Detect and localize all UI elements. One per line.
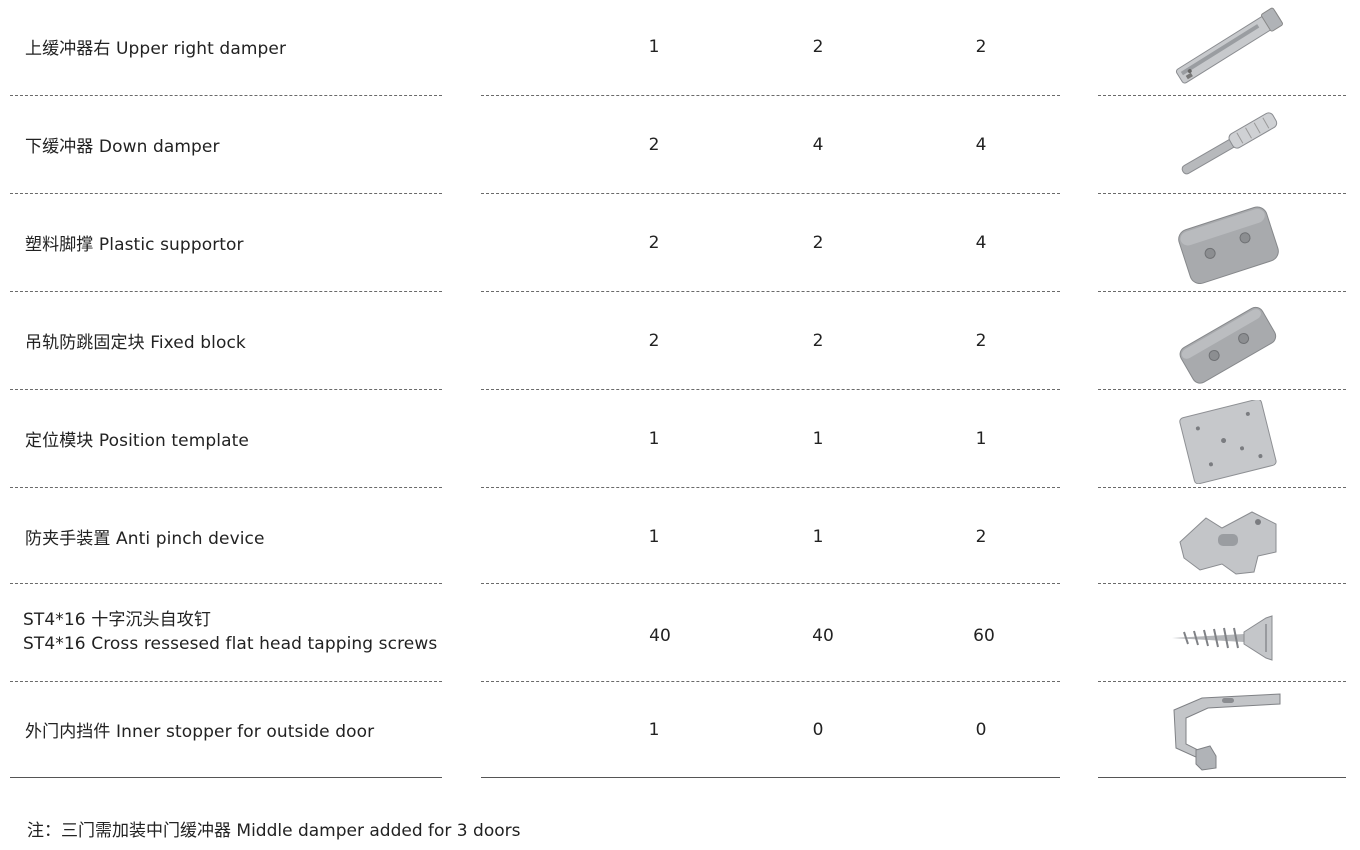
table-row: 塑料脚撑 Plastic supportor 2 2 4 [0,196,1360,294]
row-divider [481,193,1060,194]
qty-col-1: 1 [648,37,660,57]
qty-col-3: 60 [973,626,995,646]
part-name-line1: ST4*16 十字沉头自攻钉 [23,610,211,630]
row-divider [1098,681,1346,682]
table-row: 定位模块 Position template 1 1 1 [0,392,1360,490]
row-divider [10,681,442,682]
row-divider [1098,389,1346,390]
table-bottom-border [1098,777,1346,778]
row-divider [1098,95,1346,96]
table-bottom-border [481,777,1060,778]
row-divider [1098,193,1346,194]
part-name: ST4*16 十字沉头自攻钉 ST4*16 Cross ressesed fla… [23,608,437,656]
inner-stopper-icon [1173,693,1281,771]
part-name: 外门内挡件 Inner stopper for outside door [25,722,375,742]
row-divider [481,583,1060,584]
table-row: 下缓冲器 Down damper 2 4 4 [0,98,1360,196]
qty-col-1: 2 [648,331,660,351]
row-divider [10,487,442,488]
qty-col-3: 0 [975,720,987,740]
footnote: 注：三门需加装中门缓冲器 Middle damper added for 3 d… [27,821,521,841]
row-divider [1098,291,1346,292]
qty-col-3: 1 [975,429,987,449]
table-row: ST4*16 十字沉头自攻钉 ST4*16 Cross ressesed fla… [0,586,1360,684]
anti-pinch-icon [1179,511,1277,575]
table-row: 外门内挡件 Inner stopper for outside door 1 0… [0,684,1360,782]
row-divider [481,95,1060,96]
qty-col-1: 1 [648,429,660,449]
table-bottom-border [10,777,442,778]
row-divider [1098,583,1346,584]
qty-col-1: 1 [648,720,660,740]
qty-col-3: 2 [975,331,987,351]
plastic-support-icon [1178,206,1279,284]
row-divider [481,487,1060,488]
qty-col-2: 2 [812,331,824,351]
qty-col-2: 4 [812,135,824,155]
row-divider [481,681,1060,682]
row-divider [10,291,442,292]
qty-col-1: 1 [648,527,660,547]
qty-col-1: 40 [649,626,671,646]
down-damper-icon [1181,112,1278,175]
qty-col-2: 1 [812,527,824,547]
table-row: 上缓冲器右 Upper right damper 1 2 2 [0,0,1360,98]
qty-col-3: 4 [975,233,987,253]
row-divider [481,291,1060,292]
screw-icon [1172,615,1273,661]
row-divider [1098,487,1346,488]
position-template-icon [1179,400,1277,484]
part-name: 吊轨防跳固定块 Fixed block [25,333,246,353]
row-divider [10,583,442,584]
part-name: 定位模块 Position template [25,431,249,451]
table-row: 防夹手装置 Anti pinch device 1 1 2 [0,490,1360,588]
table-row: 吊轨防跳固定块 Fixed block 2 2 2 [0,294,1360,392]
part-name: 上缓冲器右 Upper right damper [25,39,287,59]
fixed-block-icon [1179,306,1277,384]
qty-col-3: 2 [975,527,987,547]
upper-damper-icon [1175,7,1283,84]
part-name: 塑料脚撑 Plastic supportor [25,235,244,255]
part-name-line2: ST4*16 Cross ressesed flat head tapping … [23,634,438,654]
qty-col-2: 40 [812,626,834,646]
qty-col-3: 4 [975,135,987,155]
part-name: 下缓冲器 Down damper [25,137,220,157]
row-divider [10,389,442,390]
qty-col-1: 2 [648,233,660,253]
part-name: 防夹手装置 Anti pinch device [25,529,265,549]
qty-col-2: 2 [812,37,824,57]
row-divider [481,389,1060,390]
qty-col-2: 2 [812,233,824,253]
qty-col-1: 2 [648,135,660,155]
qty-col-2: 1 [812,429,824,449]
qty-col-3: 2 [975,37,987,57]
qty-col-2: 0 [812,720,824,740]
row-divider [10,95,442,96]
row-divider [10,193,442,194]
